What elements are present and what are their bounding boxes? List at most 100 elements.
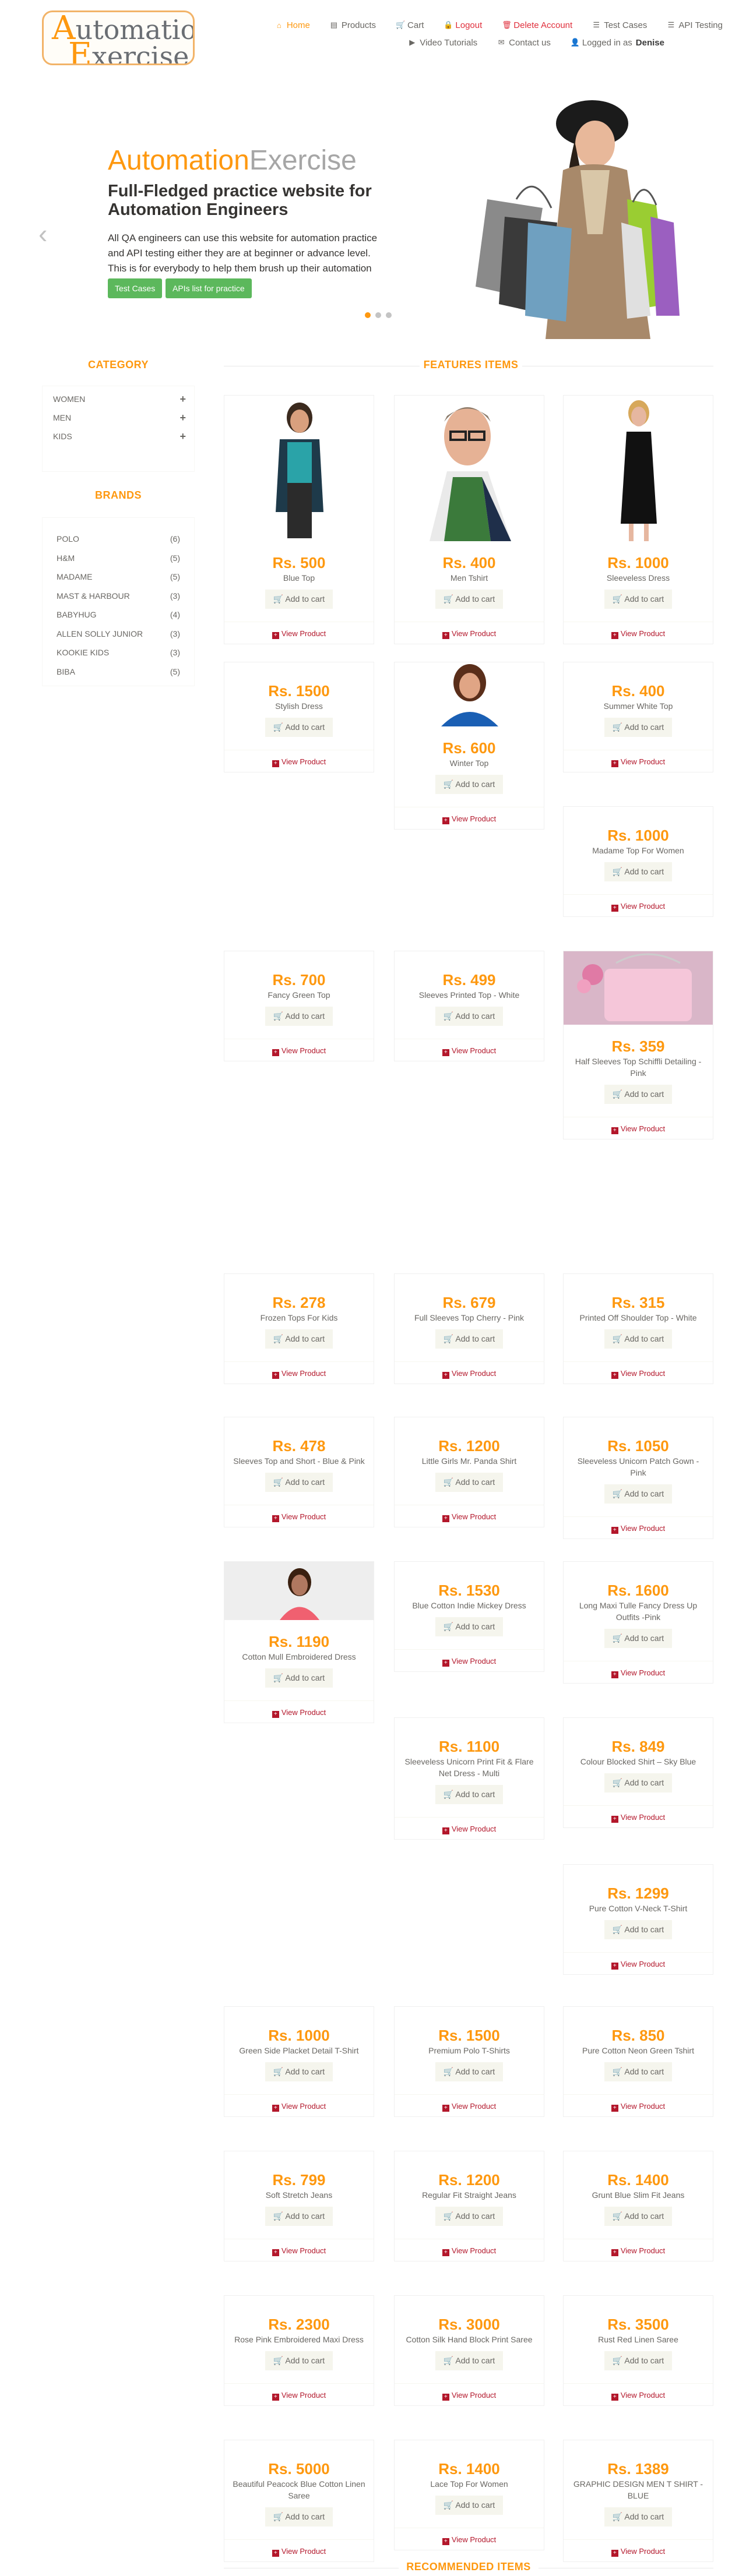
add-to-cart-button[interactable]: 🛒 Add to cart [435,1329,504,1349]
add-to-cart-button[interactable]: 🛒 Add to cart [435,1007,504,1026]
view-product-link[interactable]: + View Product [224,1361,374,1384]
nav-link-logout[interactable]: 🔒 Logout [444,20,482,30]
view-product-link[interactable]: + View Product [395,1361,544,1384]
view-product-link[interactable]: + View Product [564,1661,713,1683]
view-product-link[interactable]: + View Product [564,1952,713,1974]
product-image[interactable] [564,396,713,541]
brand-item[interactable]: ALLEN SOLLY JUNIOR (3) [57,629,180,638]
brand-item[interactable]: POLO (6) [57,534,180,544]
view-product-link[interactable]: + View Product [395,2239,544,2261]
product-image[interactable] [564,951,713,1025]
brand-item[interactable]: KOOKIE KIDS (3) [57,648,180,657]
add-to-cart-button[interactable]: 🛒 Add to cart [435,1473,504,1492]
view-product-link[interactable]: + View Product [224,622,374,644]
slider-dot[interactable] [375,312,381,318]
add-to-cart-button[interactable]: 🛒 Add to cart [435,775,504,794]
add-to-cart-button[interactable]: 🛒 Add to cart [604,718,673,737]
nav-link-api-testing[interactable]: ☰ API Testing [667,20,723,30]
category-men[interactable]: MEN + [53,412,186,427]
brand-item[interactable]: MAST & HARBOUR (3) [57,591,180,601]
nav-link-video-tutorials[interactable]: ▶ Video Tutorials [408,38,477,48]
view-product-link[interactable]: + View Product [224,2094,374,2116]
slider-dot[interactable] [386,312,392,318]
add-to-cart-button[interactable]: 🛒 Add to cart [604,2207,673,2226]
view-product-link[interactable]: + View Product [224,1505,374,1527]
add-to-cart-button[interactable]: 🛒 Add to cart [265,2507,333,2526]
plus-icon[interactable]: + [180,394,186,408]
add-to-cart-button[interactable]: 🛒 Add to cart [604,590,673,609]
view-product-link[interactable]: + View Product [224,2383,374,2405]
view-product-link[interactable]: + View Product [395,2094,544,2116]
add-to-cart-button[interactable]: 🛒 Add to cart [604,1085,673,1104]
nav-link-home[interactable]: ⌂ Home [275,20,310,30]
add-to-cart-button[interactable]: 🛒 Add to cart [265,1007,333,1026]
add-to-cart-button[interactable]: 🛒 Add to cart [604,2351,673,2370]
view-product-link[interactable]: + View Product [395,807,544,829]
view-product-link[interactable]: + View Product [224,750,374,772]
add-to-cart-button[interactable]: 🛒 Add to cart [604,1629,673,1648]
add-to-cart-button[interactable]: 🛒 Add to cart [265,590,333,609]
brand-item[interactable]: BIBA (5) [57,667,180,676]
plus-icon[interactable]: + [180,431,186,446]
api-list-button[interactable]: APIs list for practice [166,278,252,298]
category-kids[interactable]: KIDS + [53,431,186,446]
add-to-cart-button[interactable]: 🛒 Add to cart [265,2062,333,2081]
view-product-link[interactable]: + View Product [564,2094,713,2116]
add-to-cart-button[interactable]: 🛒 Add to cart [435,1617,504,1636]
view-product-link[interactable]: + View Product [224,2239,374,2261]
view-product-link[interactable]: + View Product [564,622,713,644]
nav-link-test-cases[interactable]: ☰ Test Cases [592,20,647,30]
view-product-link[interactable]: + View Product [224,1039,374,1061]
add-to-cart-button[interactable]: 🛒 Add to cart [604,1920,673,1939]
view-product-link[interactable]: + View Product [564,1516,713,1538]
view-product-link[interactable]: + View Product [224,2539,374,2561]
product-image[interactable] [395,396,544,541]
product-image[interactable] [224,396,374,541]
add-to-cart-button[interactable]: 🛒 Add to cart [265,1473,333,1492]
view-product-link[interactable]: + View Product [564,2239,713,2261]
site-logo[interactable]: Automation Exercise [42,10,195,65]
nav-link-contact-us[interactable]: ✉ Contact us [497,38,551,48]
view-product-link[interactable]: + View Product [564,2539,713,2561]
view-product-link[interactable]: + View Product [395,1039,544,1061]
brand-item[interactable]: BABYHUG (4) [57,610,180,619]
add-to-cart-button[interactable]: 🛒 Add to cart [604,1773,673,1792]
add-to-cart-button[interactable]: 🛒 Add to cart [435,2207,504,2226]
view-product-link[interactable]: + View Product [564,894,713,916]
add-to-cart-button[interactable]: 🛒 Add to cart [435,2496,504,2515]
view-product-link[interactable]: + View Product [564,1361,713,1384]
add-to-cart-button[interactable]: 🛒 Add to cart [265,2351,333,2370]
nav-link-cart[interactable]: 🛒 Cart [396,20,424,30]
view-product-link[interactable]: + View Product [224,1700,374,1723]
add-to-cart-button[interactable]: 🛒 Add to cart [435,590,504,609]
add-to-cart-button[interactable]: 🛒 Add to cart [604,2507,673,2526]
add-to-cart-button[interactable]: 🛒 Add to cart [604,1329,673,1349]
add-to-cart-button[interactable]: 🛒 Add to cart [604,862,673,881]
product-image[interactable] [224,1562,374,1620]
add-to-cart-button[interactable]: 🛒 Add to cart [604,2062,673,2081]
add-to-cart-button[interactable]: 🛒 Add to cart [435,2351,504,2370]
view-product-link[interactable]: + View Product [564,750,713,772]
view-product-link[interactable]: + View Product [564,1805,713,1827]
view-product-link[interactable]: + View Product [395,2528,544,2550]
plus-icon[interactable]: + [180,412,186,427]
nav-link-products[interactable]: ▤ Products [330,20,376,30]
nav-link-delete-account[interactable]: 🗑 Delete Account [502,20,572,30]
brand-item[interactable]: MADAME (5) [57,572,180,581]
test-cases-button[interactable]: Test Cases [108,278,163,298]
add-to-cart-button[interactable]: 🛒 Add to cart [435,2062,504,2081]
slider-dot[interactable] [365,312,371,318]
add-to-cart-button[interactable]: 🛒 Add to cart [265,1668,333,1688]
brand-item[interactable]: H&M (5) [57,553,180,563]
slider-prev-arrow-icon[interactable]: ‹ [38,218,47,249]
add-to-cart-button[interactable]: 🛒 Add to cart [265,1329,333,1349]
category-women[interactable]: WOMEN + [53,394,186,408]
view-product-link[interactable]: + View Product [395,1505,544,1527]
product-image[interactable] [395,662,544,726]
view-product-link[interactable]: + View Product [395,622,544,644]
view-product-link[interactable]: + View Product [564,2383,713,2405]
add-to-cart-button[interactable]: 🛒 Add to cart [604,1484,673,1504]
add-to-cart-button[interactable]: 🛒 Add to cart [435,1785,504,1804]
view-product-link[interactable]: + View Product [395,2383,544,2405]
add-to-cart-button[interactable]: 🛒 Add to cart [265,718,333,737]
